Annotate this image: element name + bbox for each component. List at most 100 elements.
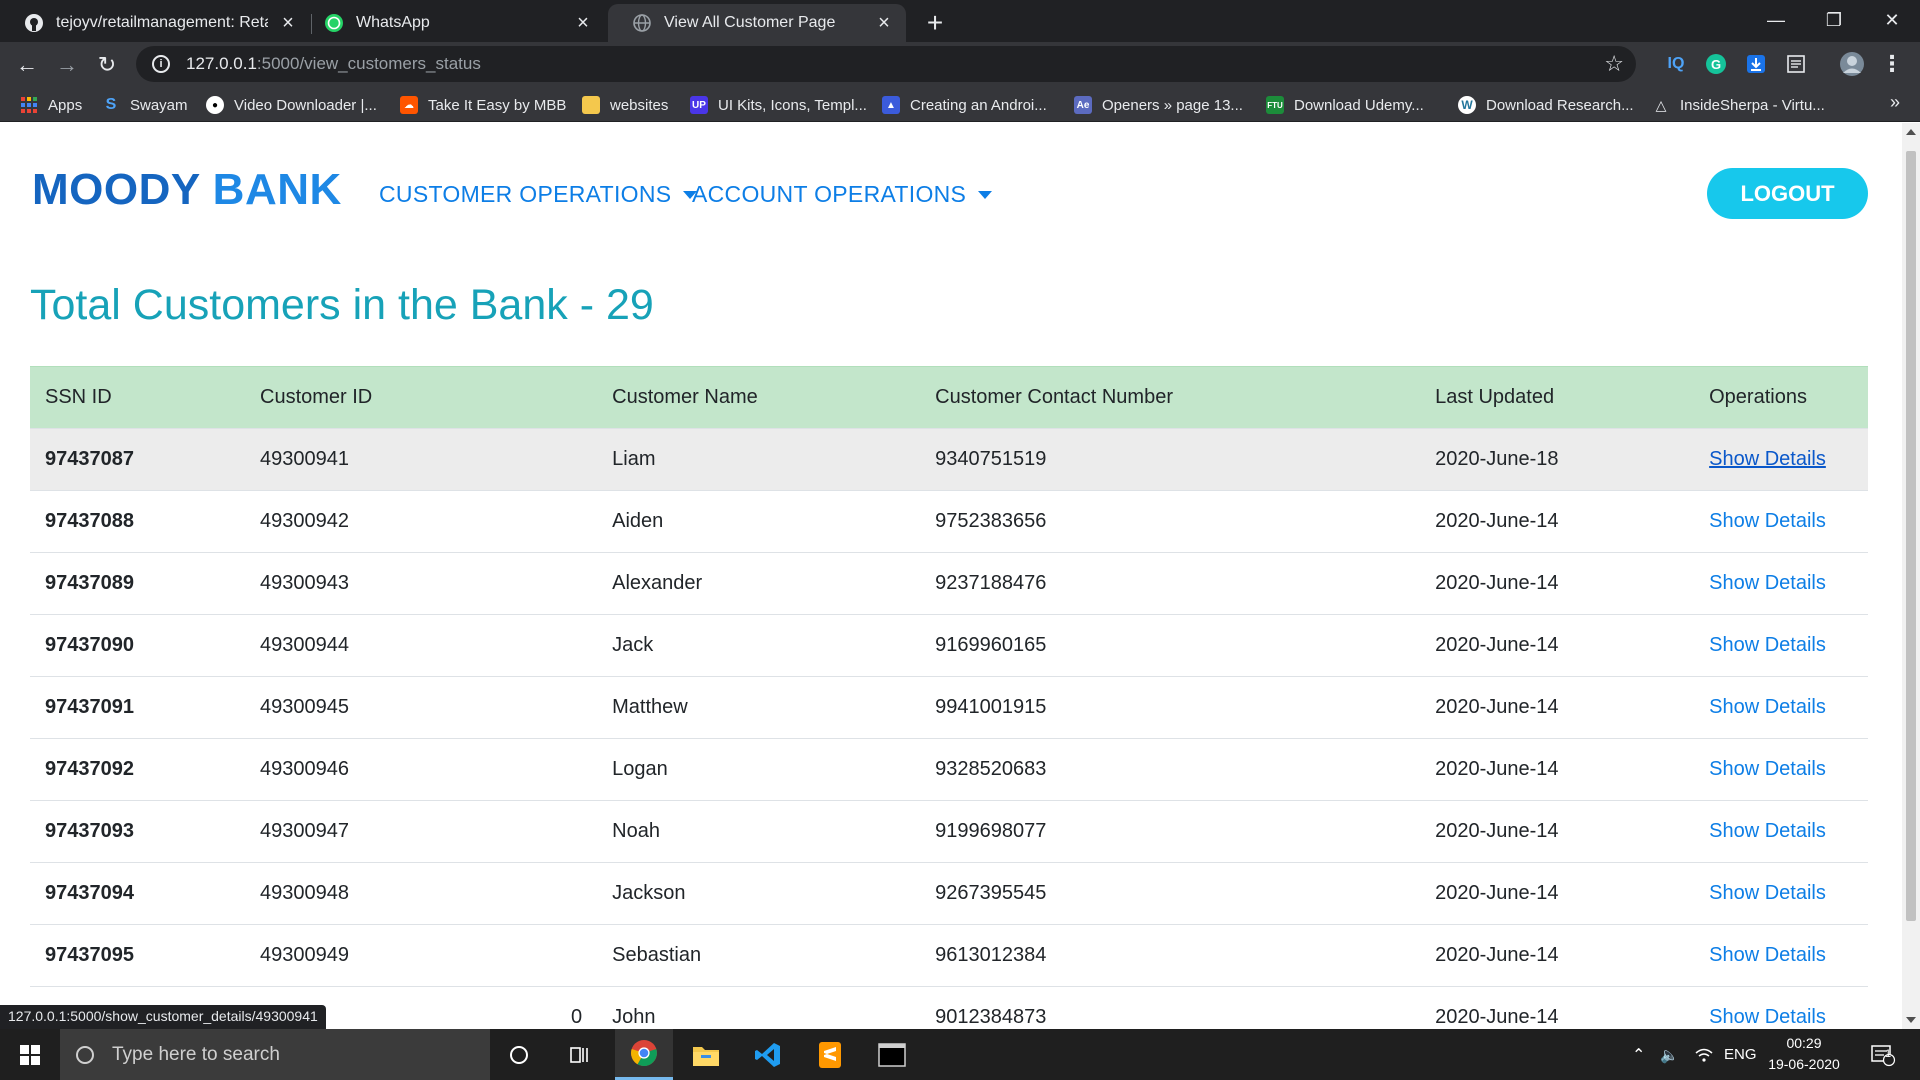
show-details-link[interactable]: Show Details (1709, 758, 1826, 780)
cortana-icon[interactable] (490, 1029, 548, 1080)
show-details-link[interactable]: Show Details (1709, 696, 1826, 718)
scrollbar-thumb[interactable] (1906, 151, 1916, 921)
cell-last-updated: 2020-June-14 (1420, 800, 1695, 863)
bookmark-swayam[interactable]: S Swayam (102, 94, 188, 116)
show-details-link[interactable]: Show Details (1709, 510, 1826, 532)
cell-customer-id: 49300941 (245, 428, 598, 491)
logout-button[interactable]: LOGOUT (1707, 168, 1868, 219)
show-details-link[interactable]: Show Details (1709, 634, 1826, 656)
show-details-link[interactable]: Show Details (1709, 448, 1826, 470)
show-details-link[interactable]: Show Details (1709, 820, 1826, 842)
vscode-icon[interactable] (739, 1029, 797, 1080)
account-operations-dropdown[interactable]: ACCOUNT OPERATIONS (692, 181, 993, 208)
cell-customer-name: Jack (597, 614, 921, 677)
chrome-icon[interactable] (615, 1029, 673, 1080)
forward-arrow-icon[interactable]: → (52, 50, 82, 80)
taskbar-search-box[interactable]: Type here to search (60, 1029, 490, 1080)
wifi-icon[interactable] (1694, 1029, 1714, 1080)
bookmark-star-icon[interactable]: ☆ (1604, 51, 1624, 77)
cell-contact-number: 9752383656 (920, 490, 1421, 553)
url-path: :5000/view_customers_status (256, 54, 481, 73)
chevron-up-icon[interactable]: ⌃ (1632, 1029, 1645, 1080)
cell-operations: Show Details (1694, 490, 1868, 553)
customer-operations-label: CUSTOMER OPERATIONS (379, 181, 672, 207)
address-bar[interactable]: i 127.0.0.1 :5000/view_customers_status … (136, 46, 1636, 82)
new-tab-icon[interactable]: + (920, 7, 950, 38)
bookmark-take-it-easy[interactable]: ☁ Take It Easy by MBB (400, 94, 566, 116)
back-arrow-icon[interactable]: ← (12, 50, 42, 80)
cell-last-updated: 2020-June-14 (1420, 676, 1695, 739)
task-view-icon[interactable] (550, 1029, 608, 1080)
cell-ssn-id: 97437091 (30, 676, 245, 739)
caret-down-icon (978, 190, 993, 199)
page-viewport: MOODY BANK CUSTOMER OPERATIONS ACCOUNT O… (0, 123, 1902, 1029)
page-scrollbar[interactable] (1902, 123, 1920, 1029)
clock-time: 00:29 (1786, 1035, 1822, 1051)
cell-customer-id: 49300949 (245, 924, 598, 987)
folder-icon (582, 96, 600, 114)
cell-operations: Show Details (1694, 676, 1868, 739)
bookmark-download-research[interactable]: W Download Research... (1458, 94, 1634, 116)
cell-contact-number: 9012384873 (920, 986, 1421, 1029)
cell-customer-name: Liam (597, 428, 921, 491)
show-details-link[interactable]: Show Details (1709, 1006, 1826, 1028)
close-icon[interactable]: × (573, 12, 593, 34)
bookmark-creating-android[interactable]: ▲ Creating an Androi... (882, 94, 1047, 116)
tab-whatsapp[interactable]: WhatsApp × (300, 4, 605, 42)
customer-operations-dropdown[interactable]: CUSTOMER OPERATIONS (379, 181, 698, 208)
show-details-link[interactable]: Show Details (1709, 572, 1826, 594)
scroll-down-icon[interactable] (1906, 1017, 1916, 1023)
grammarly-icon[interactable]: G (1702, 50, 1730, 78)
cell-ssn-id: 97437093 (30, 800, 245, 863)
reader-icon[interactable] (1782, 50, 1810, 78)
profile-avatar-icon[interactable] (1838, 50, 1866, 78)
header-customer-name: Customer Name (597, 366, 921, 429)
table-row: 97437092 49300946 Logan 9328520683 2020-… (30, 738, 1868, 801)
brand-logo[interactable]: MOODY BANK (32, 165, 342, 215)
clock-date: 19-06-2020 (1768, 1056, 1840, 1072)
windows-start-icon[interactable] (0, 1029, 60, 1080)
system-clock[interactable]: 00:29 19-06-2020 (1762, 1033, 1846, 1075)
sublime-text-icon[interactable] (801, 1029, 859, 1080)
chevron-right-double-icon[interactable]: » (1890, 92, 1900, 113)
window-close-icon[interactable]: ✕ (1864, 0, 1920, 40)
restore-icon[interactable]: ❐ (1806, 0, 1862, 40)
cell-customer-id: 49300946 (245, 738, 598, 801)
bookmark-insidesherpa[interactable]: △ InsideSherpa - Virtu... (1652, 94, 1825, 116)
table-row: 97437094 49300948 Jackson 9267395545 202… (30, 862, 1868, 925)
show-details-link[interactable]: Show Details (1709, 944, 1826, 966)
link-status-bubble: 127.0.0.1:5000/show_customer_details/493… (0, 1005, 326, 1029)
close-icon[interactable]: × (874, 12, 894, 34)
close-icon[interactable]: × (278, 12, 298, 34)
file-explorer-icon[interactable] (677, 1029, 735, 1080)
bookmark-ui-kits[interactable]: UP UI Kits, Icons, Templ... (690, 94, 867, 116)
iq-extension-icon[interactable]: IQ (1662, 50, 1690, 78)
tab-view-all-customer[interactable]: View All Customer Page × (608, 4, 906, 42)
notification-center-icon[interactable]: 1 (1870, 1029, 1896, 1080)
cell-contact-number: 9169960165 (920, 614, 1421, 677)
terminal-icon[interactable] (863, 1029, 921, 1080)
header-ssn-id: SSN ID (30, 366, 245, 429)
download-extension-icon[interactable] (1742, 50, 1770, 78)
wordpress-icon: W (1458, 96, 1476, 114)
tab-github[interactable]: tejoyv/retailmanagement: Retail × (0, 4, 310, 42)
menu-kebab-icon[interactable]: ⋮ (1878, 50, 1906, 78)
info-icon[interactable]: i (152, 55, 170, 73)
reload-icon[interactable]: ↻ (92, 50, 122, 80)
scroll-up-icon[interactable] (1906, 129, 1916, 135)
account-operations-label: ACCOUNT OPERATIONS (692, 181, 967, 207)
volume-icon[interactable]: 🔈 (1660, 1029, 1679, 1080)
cell-contact-number: 9267395545 (920, 862, 1421, 925)
language-indicator[interactable]: ENG (1724, 1029, 1757, 1080)
cell-operations: Show Details (1694, 924, 1868, 987)
bookmark-openers[interactable]: Ae Openers » page 13... (1074, 94, 1243, 116)
bookmark-download-udemy[interactable]: FTU Download Udemy... (1266, 94, 1424, 116)
cell-customer-name: Sebastian (597, 924, 921, 987)
bookmark-video-downloader[interactable]: ● Video Downloader |... (206, 94, 377, 116)
show-details-link[interactable]: Show Details (1709, 882, 1826, 904)
bookmark-websites[interactable]: websites (582, 94, 668, 116)
cell-contact-number: 9328520683 (920, 738, 1421, 801)
cell-customer-name: Aiden (597, 490, 921, 553)
bookmark-apps[interactable]: Apps (20, 94, 82, 116)
minimize-icon[interactable]: — (1748, 0, 1804, 40)
